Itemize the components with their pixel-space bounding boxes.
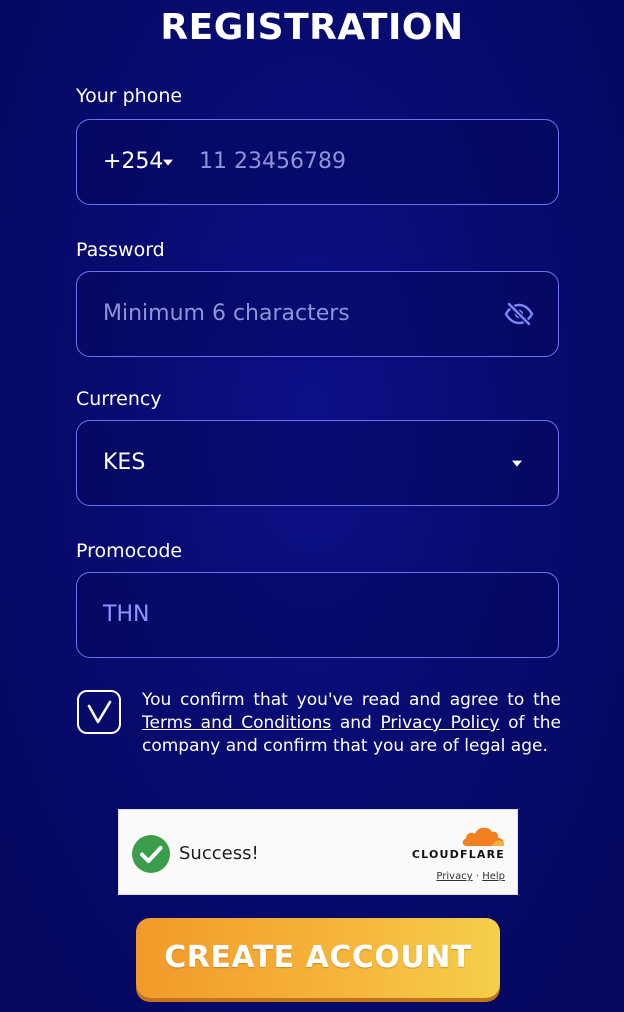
- cloudflare-brand: CLOUDFLARE: [411, 848, 505, 861]
- agreement-text-and: and: [331, 713, 381, 733]
- chevron-down-icon[interactable]: [163, 159, 173, 166]
- password-input[interactable]: Minimum 6 characters: [103, 300, 350, 328]
- eye-slash-icon[interactable]: [504, 302, 534, 326]
- agreement-text: You confirm that you've read and agree t…: [142, 689, 561, 758]
- cloudflare-logo: CLOUDFLARE Privacy · Help: [407, 824, 505, 884]
- page-title: REGISTRATION: [160, 7, 464, 48]
- chevron-down-icon[interactable]: [512, 460, 522, 467]
- currency-value: KES: [103, 450, 146, 475]
- create-account-button[interactable]: CREATE ACCOUNT: [136, 918, 500, 998]
- privacy-policy-link[interactable]: Privacy Policy: [380, 713, 499, 733]
- phone-label: Your phone: [76, 85, 183, 107]
- terms-link[interactable]: Terms and Conditions: [142, 713, 331, 733]
- phone-field: +254 11 23456789: [76, 119, 559, 205]
- captcha-separator: ·: [475, 871, 479, 882]
- agreement-checkbox[interactable]: [77, 690, 121, 734]
- password-field: Minimum 6 characters: [76, 271, 559, 357]
- check-icon: [87, 700, 112, 724]
- promocode-label: Promocode: [76, 540, 183, 562]
- captcha-links: Privacy · Help: [407, 870, 505, 884]
- captcha-help-link[interactable]: Help: [482, 871, 505, 882]
- currency-select[interactable]: KES: [76, 420, 559, 506]
- success-check-icon: [132, 835, 170, 873]
- captcha-status: Success!: [179, 843, 259, 864]
- captcha-widget: Success! CLOUDFLARE Privacy · Help: [118, 809, 518, 895]
- promocode-field: THN: [76, 572, 559, 658]
- phone-input[interactable]: 11 23456789: [199, 148, 346, 176]
- cloudflare-cloud-icon: [462, 827, 505, 846]
- captcha-privacy-link[interactable]: Privacy: [436, 871, 472, 882]
- agreement-text-start: You confirm that you've read and agree t…: [142, 690, 561, 710]
- promocode-input[interactable]: THN: [103, 601, 149, 629]
- currency-label: Currency: [76, 388, 162, 410]
- country-code-select[interactable]: +254: [103, 148, 163, 176]
- password-label: Password: [76, 239, 165, 261]
